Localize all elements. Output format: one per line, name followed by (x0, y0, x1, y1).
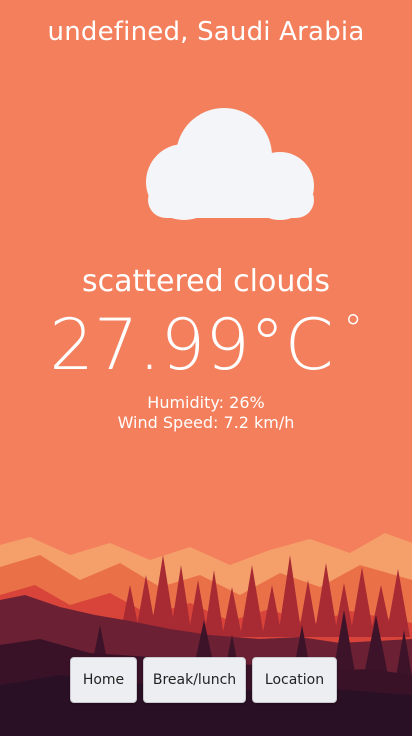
cloud-icon (146, 108, 314, 220)
temperature-value: 27.99°C (49, 304, 334, 386)
weather-screen: undefined, Saudi Arabia scattered clouds… (0, 0, 412, 736)
bottom-nav: Home Break/lunch Location (70, 657, 337, 703)
location-title: undefined, Saudi Arabia (47, 17, 365, 47)
home-button[interactable]: Home (70, 657, 137, 703)
weather-condition: scattered clouds (81, 264, 331, 299)
wind-speed-text: Wind Speed: 7.2 km/h (117, 413, 295, 432)
temperature-row: 27.99°C ° (0, 303, 412, 387)
humidity-text: Humidity: 26% (147, 393, 265, 412)
location-button[interactable]: Location (252, 657, 337, 703)
landscape-illustration (0, 533, 412, 736)
degree-symbol: ° (343, 307, 363, 351)
break-lunch-button[interactable]: Break/lunch (143, 657, 246, 703)
